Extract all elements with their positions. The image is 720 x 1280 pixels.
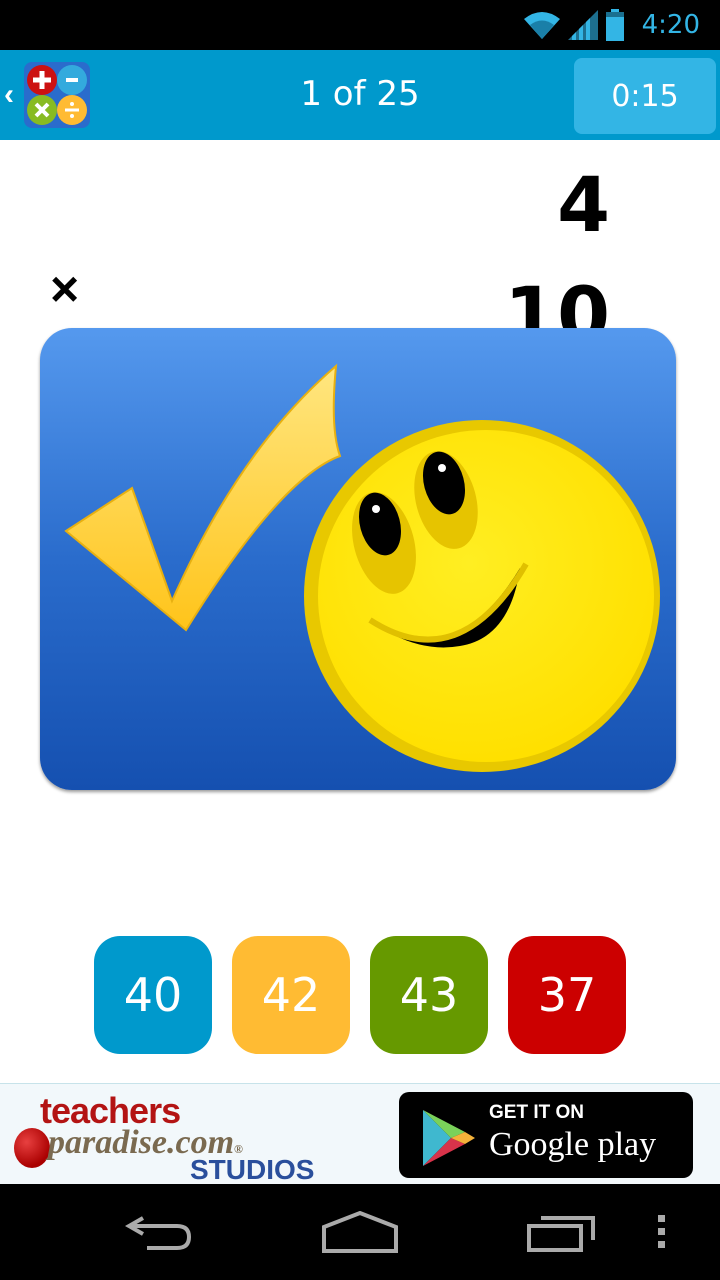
correct-feedback-card: [40, 328, 676, 790]
nav-recent-apps-button[interactable]: [502, 1184, 622, 1280]
ad-banner[interactable]: teachers paradise.com® STUDIOS GET IT ON…: [0, 1083, 720, 1185]
apple-icon: [14, 1128, 50, 1168]
recent-apps-icon: [527, 1216, 595, 1252]
overflow-menu-icon: [658, 1215, 665, 1248]
ad-brand-line3: STUDIOS: [190, 1154, 315, 1185]
google-play-icon: [423, 1110, 475, 1166]
answer-button-4[interactable]: 37: [508, 936, 626, 1054]
app-bar: ‹ 1 of 25 0:15: [0, 50, 720, 140]
back-icon: [125, 1216, 192, 1250]
status-time: 4:20: [641, 10, 700, 40]
timer: 0:15: [574, 58, 716, 134]
operand-top: 4: [557, 160, 610, 249]
nav-overflow-button[interactable]: [622, 1184, 702, 1280]
answer-button-3[interactable]: 43: [370, 936, 488, 1054]
operator-multiply: ×: [50, 261, 80, 317]
answer-button-2[interactable]: 42: [232, 936, 350, 1054]
nav-back-button[interactable]: [100, 1184, 220, 1280]
google-play-badge[interactable]: GET IT ON Google play: [399, 1092, 693, 1178]
system-nav-bar: [0, 1184, 720, 1280]
answer-button-1[interactable]: 40: [94, 936, 212, 1054]
wifi-icon: [523, 12, 560, 39]
signal-icon: [567, 10, 598, 40]
badge-top-text: GET IT ON: [489, 1102, 584, 1123]
smiley-face-icon: [304, 420, 660, 772]
battery-icon: [605, 9, 624, 41]
ad-brand-logo[interactable]: teachers paradise.com® STUDIOS: [14, 1090, 334, 1185]
status-icons: 4:20: [523, 8, 700, 42]
status-bar: 4:20: [0, 0, 720, 50]
nav-home-button[interactable]: [300, 1184, 420, 1280]
badge-bottom-text: Google play: [489, 1126, 657, 1163]
answer-choices: 40 42 43 37: [94, 936, 626, 1054]
home-icon: [322, 1211, 398, 1253]
checkmark-icon: [64, 363, 342, 632]
